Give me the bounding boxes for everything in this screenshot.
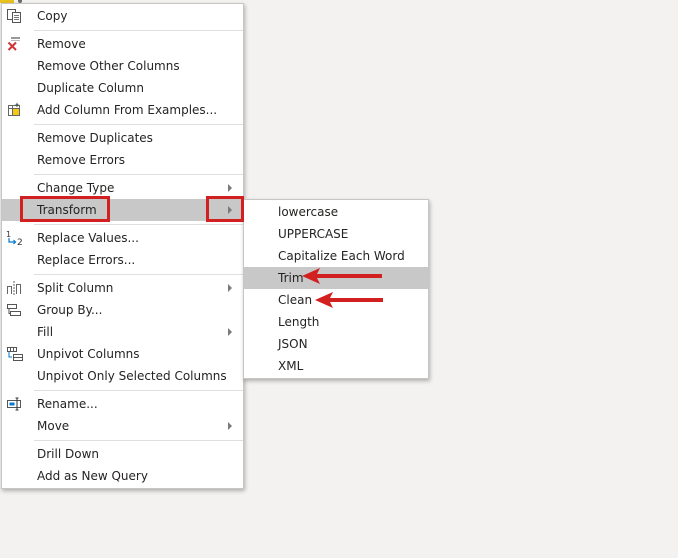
menu-item-label: JSON — [278, 337, 308, 351]
remove-icon — [6, 36, 22, 52]
submenu-item-xml[interactable]: XML — [244, 355, 428, 377]
split-column-icon — [6, 280, 22, 296]
menu-item-label: UPPERCASE — [278, 227, 349, 241]
menu-separator — [34, 440, 243, 441]
menu-item-label: Drill Down — [37, 447, 99, 461]
menu-item-label: Duplicate Column — [37, 81, 144, 95]
submenu-arrow-icon — [228, 184, 232, 192]
unpivot-columns-icon — [6, 346, 23, 362]
menu-item-copy[interactable]: Copy — [2, 5, 243, 27]
menu-item-label: Remove Duplicates — [37, 131, 153, 145]
column-context-menu: Copy Remove Remove Other Columns Duplica… — [1, 3, 244, 489]
menu-separator — [34, 274, 243, 275]
menu-item-remove-other-columns[interactable]: Remove Other Columns — [2, 55, 243, 77]
menu-item-label: Replace Values... — [37, 231, 139, 245]
menu-item-remove-errors[interactable]: Remove Errors — [2, 149, 243, 171]
menu-item-label: Clean — [278, 293, 313, 307]
submenu-arrow-highlight-box — [206, 196, 244, 222]
submenu-item-length[interactable]: Length — [244, 311, 428, 333]
menu-item-unpivot-only-selected-columns[interactable]: Unpivot Only Selected Columns — [2, 365, 243, 387]
menu-item-duplicate-column[interactable]: Duplicate Column — [2, 77, 243, 99]
menu-item-label: Add Column From Examples... — [37, 103, 218, 117]
svg-text:2: 2 — [17, 238, 23, 246]
svg-text:1: 1 — [6, 230, 11, 239]
submenu-arrow-icon — [228, 328, 232, 336]
menu-item-label: XML — [278, 359, 304, 373]
submenu-item-lowercase[interactable]: lowercase — [244, 201, 428, 223]
menu-item-group-by[interactable]: Group By... — [2, 299, 243, 321]
menu-item-label: Rename... — [37, 397, 98, 411]
menu-item-label: Add as New Query — [37, 469, 148, 483]
menu-item-split-column[interactable]: Split Column — [2, 277, 243, 299]
menu-item-label: Remove — [37, 37, 86, 51]
menu-item-replace-values[interactable]: 1 2 Replace Values... — [2, 227, 243, 249]
menu-item-label: lowercase — [278, 205, 339, 219]
submenu-arrow-icon — [228, 284, 232, 292]
menu-item-fill[interactable]: Fill — [2, 321, 243, 343]
menu-item-move[interactable]: Move — [2, 415, 243, 437]
submenu-item-json[interactable]: JSON — [244, 333, 428, 355]
clean-pointer-arrow — [315, 292, 383, 308]
menu-item-drill-down[interactable]: Drill Down — [2, 443, 243, 465]
submenu-item-uppercase[interactable]: UPPERCASE — [244, 223, 428, 245]
menu-item-remove[interactable]: Remove — [2, 33, 243, 55]
transform-highlight-box — [20, 196, 110, 222]
menu-item-label: Length — [278, 315, 320, 329]
trim-pointer-arrow — [302, 268, 382, 284]
menu-item-label: Group By... — [37, 303, 103, 317]
submenu-arrow-icon — [228, 422, 232, 430]
menu-item-add-as-new-query[interactable]: Add as New Query — [2, 465, 243, 487]
menu-item-unpivot-columns[interactable]: Unpivot Columns — [2, 343, 243, 365]
menu-item-label: Fill — [37, 325, 54, 339]
menu-separator — [34, 174, 243, 175]
replace-values-icon: 1 2 — [6, 230, 23, 248]
menu-item-label: Capitalize Each Word — [278, 249, 405, 263]
menu-item-replace-errors[interactable]: Replace Errors... — [2, 249, 243, 271]
menu-item-label: Split Column — [37, 281, 114, 295]
add-column-from-examples-icon — [6, 102, 22, 118]
menu-separator — [34, 224, 243, 225]
transform-submenu: lowercase UPPERCASE Capitalize Each Word… — [243, 199, 429, 379]
menu-item-label: Copy — [37, 9, 68, 23]
menu-item-rename[interactable]: Rename... — [2, 393, 243, 415]
submenu-item-capitalize-each-word[interactable]: Capitalize Each Word — [244, 245, 428, 267]
menu-item-label: Change Type — [37, 181, 115, 195]
menu-item-label: Unpivot Columns — [37, 347, 140, 361]
menu-item-add-column-from-examples[interactable]: Add Column From Examples... — [2, 99, 243, 121]
menu-item-label: Remove Other Columns — [37, 59, 180, 73]
menu-separator — [34, 30, 243, 31]
group-by-icon — [6, 302, 22, 318]
copy-icon — [6, 8, 22, 24]
menu-item-label: Remove Errors — [37, 153, 126, 167]
menu-separator — [34, 390, 243, 391]
rename-icon — [6, 396, 22, 412]
menu-item-label: Replace Errors... — [37, 253, 136, 267]
menu-separator — [34, 124, 243, 125]
menu-item-label: Move — [37, 419, 70, 433]
menu-item-remove-duplicates[interactable]: Remove Duplicates — [2, 127, 243, 149]
menu-item-label: Unpivot Only Selected Columns — [37, 369, 227, 383]
